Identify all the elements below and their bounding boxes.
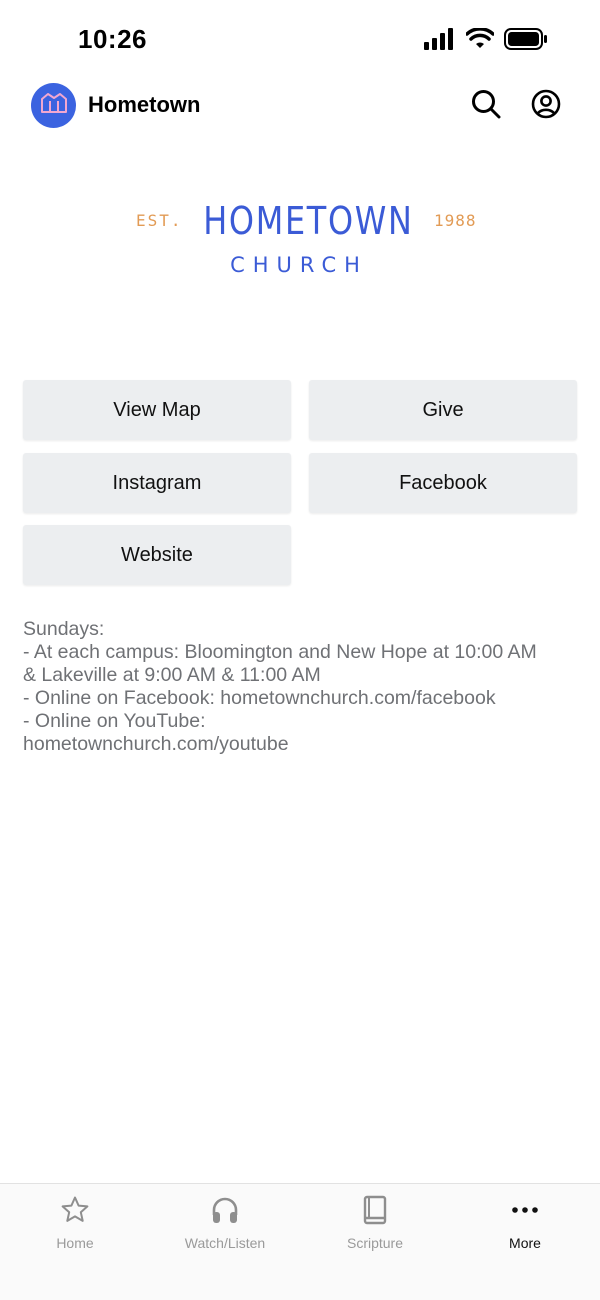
signal-icon (424, 28, 456, 55)
tab-scripture[interactable]: Scripture (300, 1184, 450, 1264)
screen: 10:26 Hometown EST. HOMETOWN 1988 CHURCH… (0, 0, 600, 1300)
service-info: Sundays: - At each campus: Bloomington a… (23, 618, 578, 756)
tab-label: Home (56, 1235, 94, 1251)
battery-icon (504, 28, 548, 55)
info-line: - Online on Facebook: hometownchurch.com… (23, 687, 496, 709)
more-icon (510, 1195, 540, 1230)
app-header: Hometown (0, 80, 600, 132)
tab-bar: Home Watch/Listen Scripture More (0, 1183, 600, 1300)
website-button[interactable]: Website (23, 525, 291, 585)
status-time: 10:26 (78, 24, 147, 54)
info-line: Sundays: (23, 618, 105, 640)
view-map-button[interactable]: View Map (23, 380, 291, 440)
give-button[interactable]: Give (309, 380, 577, 440)
church-icon (40, 92, 68, 119)
tab-label: Scripture (346, 1235, 404, 1251)
tab-home[interactable]: Home (0, 1184, 150, 1264)
facebook-button[interactable]: Facebook (309, 453, 577, 513)
logo-est: EST. (136, 211, 183, 230)
tab-label: Watch/Listen (184, 1235, 266, 1251)
logo-name: HOMETOWN (203, 199, 414, 243)
account-icon (531, 89, 561, 124)
account-button[interactable] (530, 89, 562, 124)
logo-year: 1988 (434, 211, 477, 230)
instagram-button[interactable]: Instagram (23, 453, 291, 513)
tab-more[interactable]: More (450, 1184, 600, 1264)
tab-watch-listen[interactable]: Watch/Listen (150, 1184, 300, 1264)
info-line: - At each campus: Bloomington and New Ho… (23, 641, 537, 663)
logo-subtitle: CHURCH (230, 253, 368, 277)
star-icon (60, 1195, 90, 1230)
info-line: - Online on YouTube: (23, 710, 206, 732)
tab-label: More (509, 1235, 541, 1251)
headphones-icon (210, 1195, 240, 1230)
info-line: hometownchurch.com/youtube (23, 733, 289, 755)
page-title: Hometown (88, 92, 201, 117)
avatar[interactable] (31, 83, 76, 128)
wifi-icon (465, 27, 495, 55)
status-bar: 10:26 (0, 0, 600, 80)
info-line: & Lakeville at 9:00 AM & 11:00 AM (23, 664, 321, 686)
status-icons (424, 27, 548, 55)
search-icon (471, 89, 501, 124)
search-button[interactable] (470, 89, 502, 124)
church-logo: EST. HOMETOWN 1988 CHURCH (0, 195, 600, 285)
book-icon (360, 1195, 390, 1230)
